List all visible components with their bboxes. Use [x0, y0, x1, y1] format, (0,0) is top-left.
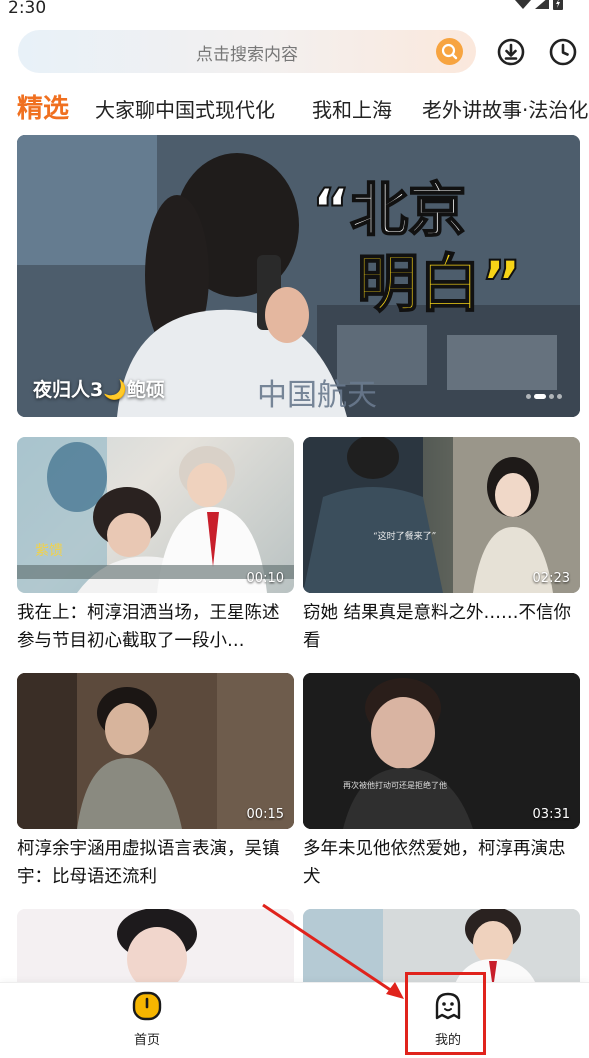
banner-caption: 夜归人3🌙鲍硕	[33, 379, 165, 401]
thumbnail-text: 再次被他打动可还是拒绝了他	[343, 780, 447, 790]
video-card[interactable]: “这时了餐来了” 02:23 窃她 结果真是意料之外……不信你看	[303, 437, 580, 655]
battery-icon	[553, 0, 563, 10]
search-placeholder: 点击搜索内容	[196, 45, 298, 65]
video-card-partial[interactable]	[17, 909, 294, 989]
banner-title-line2: 明白”	[357, 247, 522, 320]
download-button[interactable]	[496, 37, 526, 67]
download-icon	[497, 38, 525, 66]
video-card[interactable]: 紫馈 00:10 我在上：柯淳泪洒当场，王星陈述参与节目初心截取了一段小…	[17, 437, 294, 655]
thumbnail-text: 紫馈	[35, 543, 63, 559]
wifi-icon	[515, 0, 531, 9]
tab-modernization[interactable]: 大家聊中国式现代化	[95, 94, 275, 123]
video-title: 多年未见他依然爱她，柯淳再演忠犬	[303, 839, 566, 887]
featured-banner[interactable]: 中国航天 “北京 明白” 夜归人3🌙鲍硕	[17, 135, 580, 417]
pagination-dot	[557, 394, 562, 399]
video-thumbnail: 紫馈 00:10	[17, 437, 294, 593]
pagination-dot	[526, 394, 531, 399]
status-time: 2:30	[8, 0, 47, 18]
video-thumbnail: 再次被他打动可还是拒绝了他 03:31	[303, 673, 580, 829]
clock-icon	[549, 38, 577, 66]
video-duration: 00:15	[246, 807, 284, 822]
pagination-dot	[549, 394, 554, 399]
thumbnail-art	[17, 673, 294, 829]
search-input[interactable]: 点击搜索内容	[18, 30, 476, 73]
category-tabs: 精选 大家聊中国式现代化 我和上海 老外讲故事·法治化	[17, 88, 589, 128]
status-icons	[515, 0, 563, 10]
annotation-highlight-box	[405, 972, 486, 1055]
search-icon	[441, 43, 458, 60]
signal-icon	[535, 0, 549, 9]
video-duration: 02:23	[532, 571, 570, 586]
thumbnail-art: “这时了餐来了”	[303, 437, 580, 593]
thumbnail-text: “这时了餐来了”	[373, 530, 436, 542]
video-title: 柯淳余宇涵用虚拟语言表演，吴镇宇：比母语还流利	[17, 839, 280, 887]
nav-home-label: 首页	[133, 1033, 160, 1048]
video-card[interactable]: 00:15 柯淳余宇涵用虚拟语言表演，吴镇宇：比母语还流利	[17, 673, 294, 891]
pagination-dot-active	[534, 394, 546, 399]
tab-selected[interactable]: 精选	[17, 88, 69, 125]
status-bar: 2:30	[0, 0, 589, 22]
banner-title-line1: “北京	[312, 176, 466, 244]
history-button[interactable]	[548, 37, 578, 67]
nav-home[interactable]: 首页	[107, 991, 187, 1048]
tab-me-and-shanghai[interactable]: 我和上海	[312, 94, 392, 123]
bottom-nav: 首页 我的	[0, 982, 589, 1058]
video-card[interactable]: 再次被他打动可还是拒绝了他 03:31 多年未见他依然爱她，柯淳再演忠犬	[303, 673, 580, 891]
video-duration: 00:10	[246, 571, 284, 586]
search-button[interactable]	[436, 38, 463, 65]
search-row: 点击搜索内容	[18, 30, 578, 74]
video-thumbnail: “这时了餐来了” 02:23	[303, 437, 580, 593]
video-thumbnail: 00:15	[17, 673, 294, 829]
thumbnail-art: 再次被他打动可还是拒绝了他	[303, 673, 580, 829]
thumbnail-art	[17, 909, 294, 989]
video-duration: 03:31	[532, 807, 570, 822]
thumbnail-art: 紫馈	[17, 437, 294, 593]
video-title: 窃她 结果真是意料之外……不信你看	[303, 603, 572, 651]
video-title: 我在上：柯淳泪洒当场，王星陈述参与节目初心截取了一段小…	[17, 603, 280, 651]
banner-pagination	[526, 394, 562, 399]
home-icon	[132, 991, 162, 1021]
tab-foreigner-stories[interactable]: 老外讲故事·法治化	[422, 94, 588, 123]
